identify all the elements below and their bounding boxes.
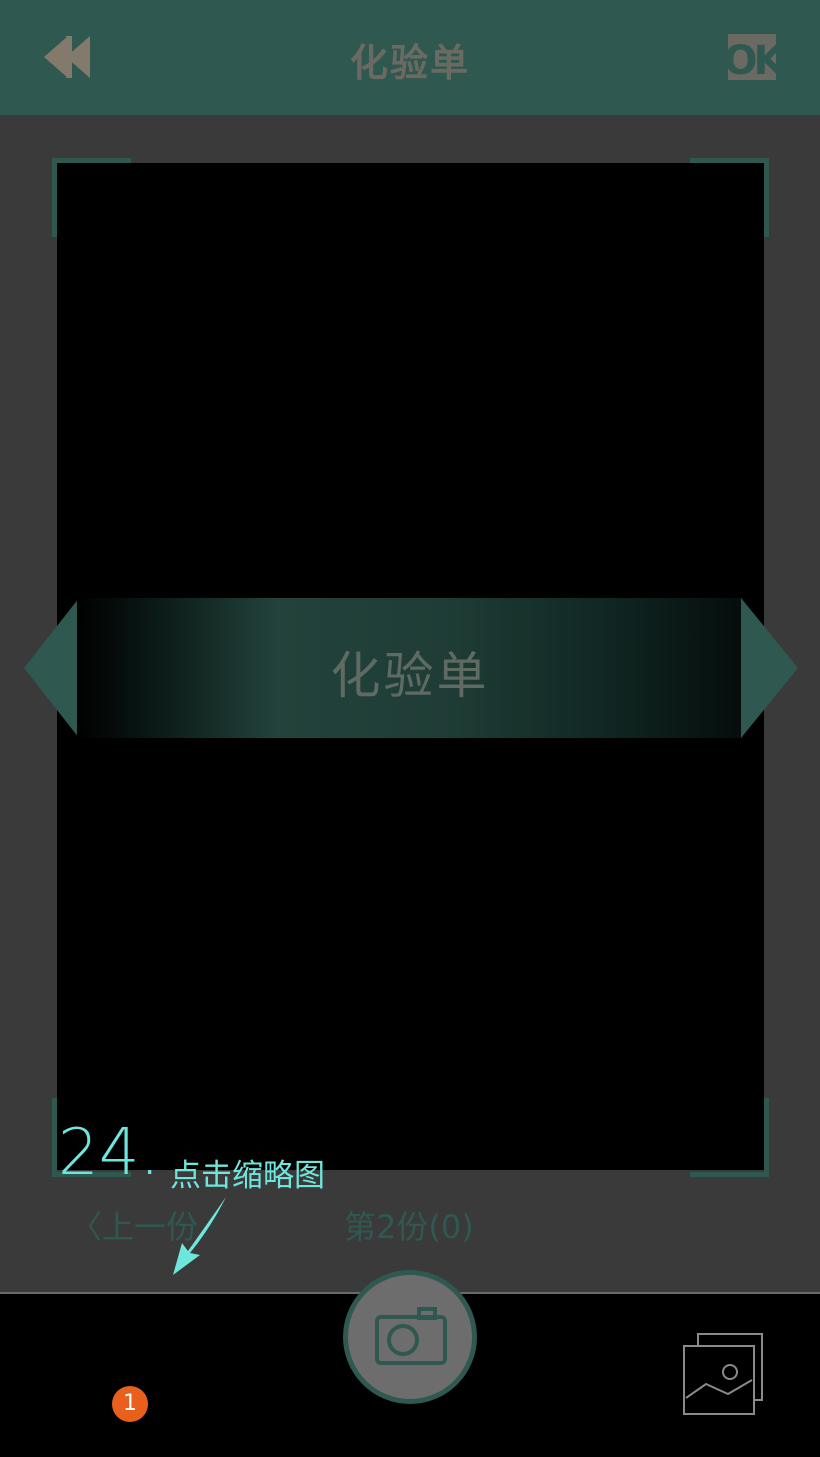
page-indicator: 第2份(0) [344, 1208, 474, 1246]
frame-corner-top-left [52, 158, 131, 237]
triangle-left-icon[interactable] [24, 598, 79, 738]
annotation-step-number: 24. [58, 1116, 160, 1190]
camera-icon [375, 1307, 447, 1365]
frame-corner-top-right [690, 158, 769, 237]
ok-label: OK [728, 38, 776, 80]
thumbnail-count-badge[interactable]: 1 [112, 1386, 148, 1422]
document-type-banner: 化验单 [77, 598, 743, 738]
ok-button[interactable]: OK [724, 34, 791, 84]
page-title: 化验单 [349, 41, 470, 85]
triangle-right-icon[interactable] [741, 598, 798, 738]
gallery-icon[interactable] [682, 1332, 764, 1416]
document-type-label: 化验单 [330, 647, 490, 705]
shutter-button[interactable] [343, 1270, 477, 1404]
frame-corner-bottom-right [690, 1098, 769, 1177]
top-header: 化验单 OK [0, 0, 820, 115]
previous-document-link[interactable]: 〈上一份 [70, 1202, 198, 1248]
annotation-instruction: 点击缩略图 [170, 1158, 325, 1194]
